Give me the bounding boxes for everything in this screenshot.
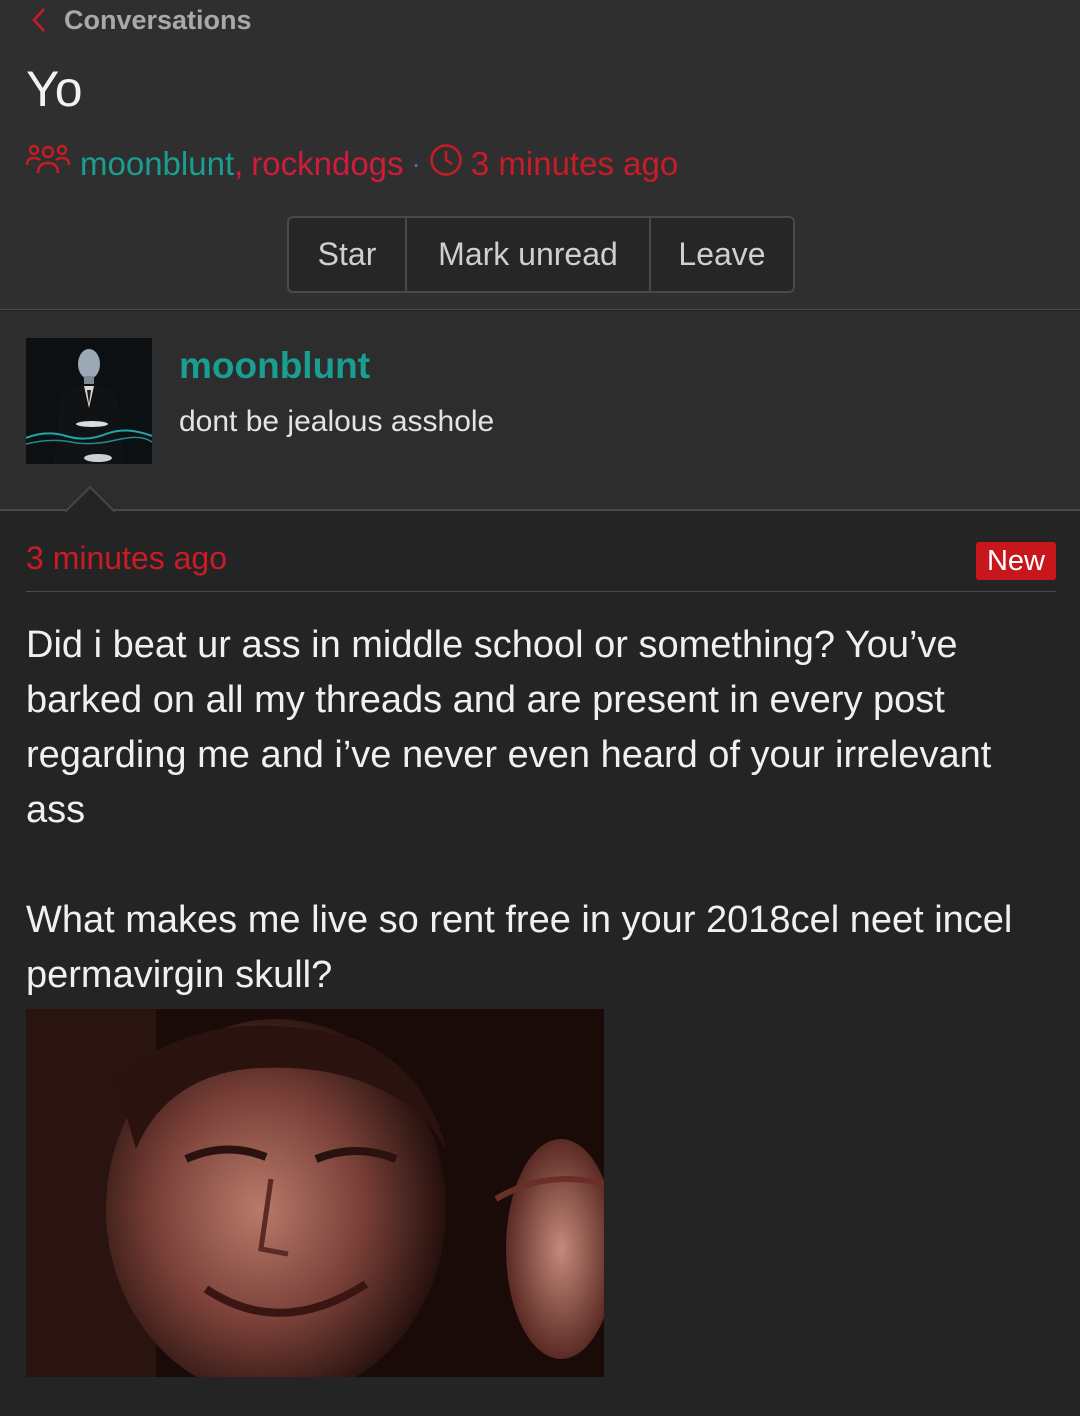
- preview-text: dont be jealous asshole: [179, 405, 495, 438]
- avatar[interactable]: [26, 338, 152, 464]
- conversation-time[interactable]: 3 minutes ago: [471, 145, 678, 183]
- new-badge: New: [975, 542, 1056, 580]
- breadcrumb[interactable]: Conversations: [32, 2, 252, 38]
- message-time[interactable]: 3 minutes ago: [26, 540, 227, 577]
- star-button[interactable]: Star: [289, 218, 405, 291]
- message: 3 minutes ago New Did i beat ur ass in m…: [26, 528, 1056, 1377]
- conversation-meta: moonblunt , rockndogs · 3 minutes ago: [25, 142, 678, 186]
- embedded-gif-image[interactable]: [26, 1009, 604, 1377]
- meta-separator: ·: [411, 148, 421, 179]
- participant-link-rockndogs[interactable]: rockndogs: [251, 145, 403, 183]
- participant-separator: ,: [234, 145, 244, 182]
- breadcrumb-conversations-link[interactable]: Conversations: [64, 5, 252, 36]
- page-title: Yo: [26, 61, 83, 117]
- conversation-header: Conversations Yo moonblunt , rockndogs ·: [0, 0, 1080, 310]
- mark-unread-button[interactable]: Mark unread: [405, 218, 649, 291]
- chevron-left-icon[interactable]: [32, 7, 46, 33]
- participant-link-moonblunt[interactable]: moonblunt: [80, 145, 234, 183]
- message-body: Did i beat ur ass in middle school or so…: [26, 618, 1056, 1003]
- quote-pointer: [65, 485, 115, 513]
- participants-icon: [25, 143, 71, 185]
- clock-icon: [429, 143, 463, 185]
- message-paragraph: What makes me live so rent free in your …: [26, 899, 1013, 996]
- message-header: 3 minutes ago New: [26, 528, 1056, 592]
- preview-author-link[interactable]: moonblunt: [179, 345, 370, 387]
- message-preview: moonblunt dont be jealous asshole: [0, 311, 1080, 511]
- message-paragraph: Did i beat ur ass in middle school or so…: [26, 624, 992, 831]
- conversation-actions: Star Mark unread Leave: [287, 216, 795, 293]
- leave-button[interactable]: Leave: [649, 218, 793, 291]
